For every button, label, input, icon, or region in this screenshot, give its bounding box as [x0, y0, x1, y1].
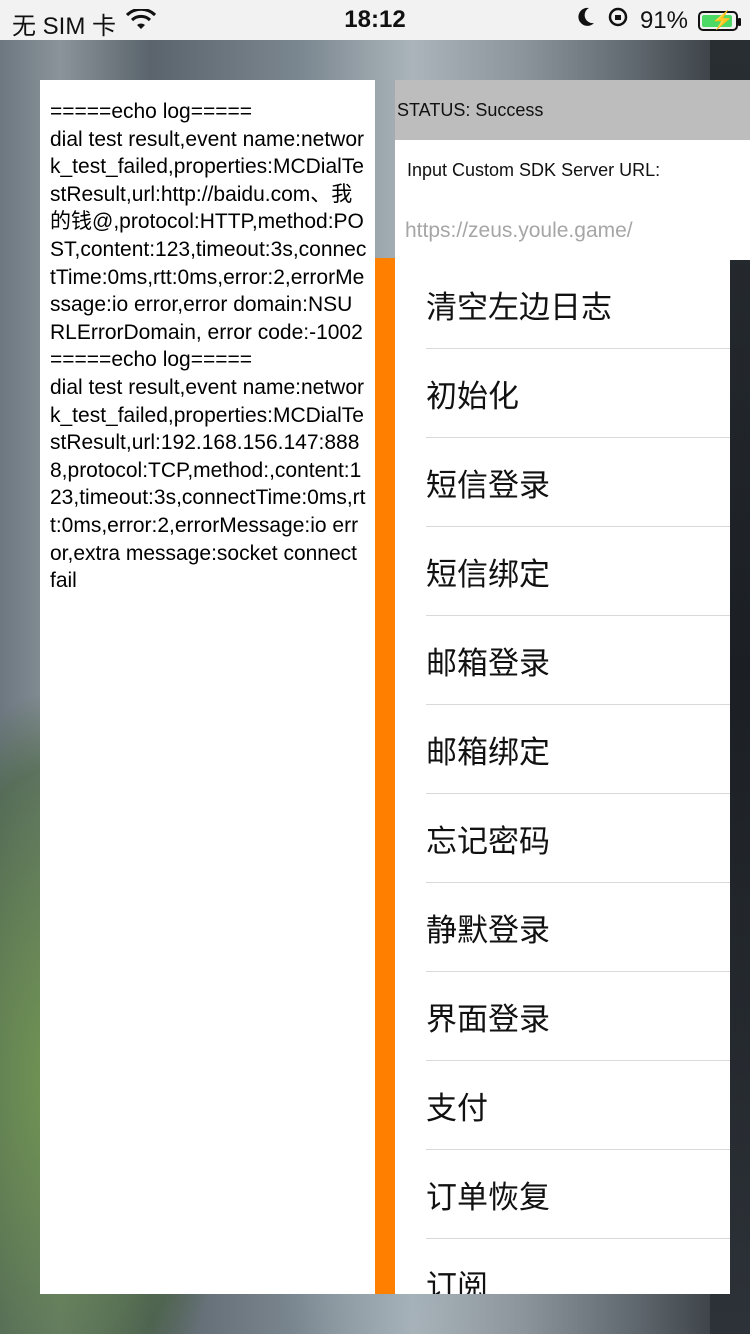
charging-bolt-icon: ⚡: [711, 9, 734, 30]
menu-item-silent-login[interactable]: 静默登录: [426, 883, 730, 972]
menu-item-payment[interactable]: 支付: [426, 1061, 730, 1150]
action-menu[interactable]: 清空左边日志 初始化 短信登录 短信绑定 邮箱登录 邮箱绑定 忘记密码 静默登录…: [395, 260, 730, 1294]
orange-divider: [375, 258, 395, 1294]
log-text: =====echo log===== dial test result,even…: [50, 100, 367, 593]
server-url-label: Input Custom SDK Server URL:: [407, 160, 661, 180]
battery-icon: ⚡: [698, 9, 741, 31]
menu-item-forgot-password[interactable]: 忘记密码: [426, 794, 730, 883]
server-url-input[interactable]: [403, 212, 737, 250]
status-label: STATUS: Success: [395, 80, 750, 140]
menu-item-email-login[interactable]: 邮箱登录: [426, 616, 730, 705]
menu-item-order-restore[interactable]: 订单恢复: [426, 1150, 730, 1239]
battery-percentage: 91%: [639, 6, 688, 34]
menu-item-ui-login[interactable]: 界面登录: [426, 972, 730, 1061]
moon-icon: [576, 6, 596, 35]
menu-item-initialize[interactable]: 初始化: [426, 349, 730, 438]
menu-item-sms-login[interactable]: 短信登录: [426, 438, 730, 527]
menu-item-sms-bind[interactable]: 短信绑定: [426, 527, 730, 616]
server-url-panel: Input Custom SDK Server URL:: [395, 140, 750, 260]
menu-item-clear-log[interactable]: 清空左边日志: [426, 260, 730, 349]
menu-item-email-bind[interactable]: 邮箱绑定: [426, 705, 730, 794]
status-right: 91% ⚡: [576, 6, 741, 35]
log-panel[interactable]: =====echo log===== dial test result,even…: [40, 80, 375, 1294]
rotation-lock-icon: [606, 6, 630, 35]
system-status-bar: 无 SIM 卡 18:12 91% ⚡: [0, 0, 750, 40]
menu-item-subscribe[interactable]: 订阅: [426, 1239, 730, 1295]
